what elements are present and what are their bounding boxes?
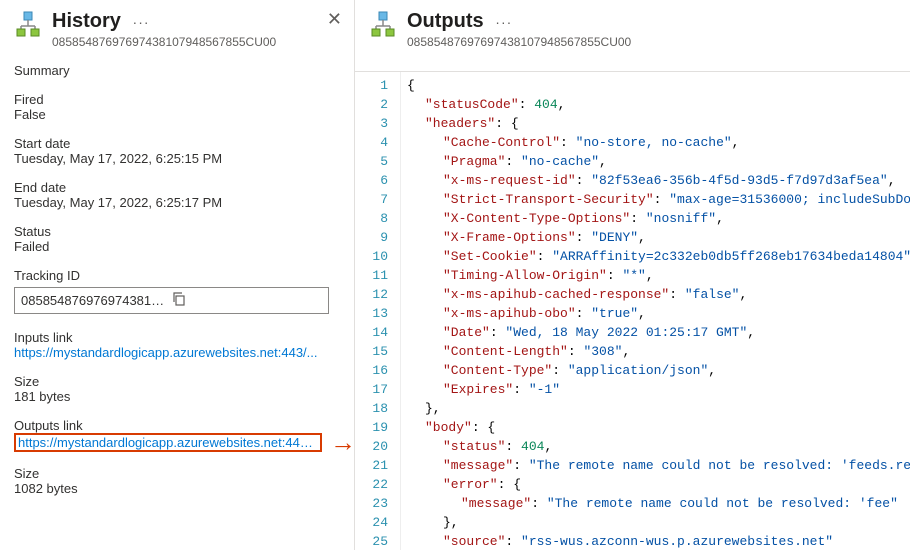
- history-header: History ··· 0858548769769743810794856785…: [14, 10, 340, 49]
- json-editor[interactable]: 1234567891011121314151617181920212223242…: [355, 71, 910, 550]
- outputs-size-label: Size: [14, 466, 340, 481]
- outputs-run-id: 08585487697697438107948567855CU00: [407, 35, 896, 49]
- close-icon[interactable]: ✕: [327, 10, 342, 28]
- arrow-icon: →: [330, 427, 355, 458]
- status-value: Failed: [14, 239, 340, 254]
- inputs-link-label: Inputs link: [14, 330, 340, 345]
- summary-label: Summary: [14, 63, 340, 78]
- history-more-icon[interactable]: ···: [133, 14, 150, 30]
- inputs-size-value: 181 bytes: [14, 389, 340, 404]
- fired-label: Fired: [14, 92, 340, 107]
- outputs-link-label: Outputs link: [14, 418, 340, 433]
- tracking-id-box: 08585487697697438107948567855CU00: [14, 287, 329, 314]
- outputs-panel: Outputs ··· 0858548769769743810794856785…: [355, 0, 910, 550]
- tracking-id-value[interactable]: 08585487697697438107948567855CU00: [21, 293, 170, 308]
- end-date-value: Tuesday, May 17, 2022, 6:25:17 PM: [14, 195, 340, 210]
- history-flow-icon: [14, 10, 42, 38]
- history-panel: ✕ History ··· 08585487697697438107948567…: [0, 0, 355, 550]
- fired-value: False: [14, 107, 340, 122]
- start-date-value: Tuesday, May 17, 2022, 6:25:15 PM: [14, 151, 340, 166]
- outputs-header: Outputs ··· 0858548769769743810794856785…: [355, 0, 910, 57]
- outputs-title: Outputs: [407, 10, 484, 32]
- outputs-more-icon[interactable]: ···: [495, 14, 512, 30]
- line-gutter: 1234567891011121314151617181920212223242…: [355, 72, 401, 550]
- outputs-link-highlight: https://mystandardlogicapp.azurewebsites…: [14, 433, 322, 452]
- inputs-size-label: Size: [14, 374, 340, 389]
- status-label: Status: [14, 224, 340, 239]
- history-title: History: [52, 10, 121, 32]
- outputs-flow-icon: [369, 10, 397, 38]
- outputs-link[interactable]: https://mystandardlogicapp.azurewebsites…: [18, 435, 318, 450]
- inputs-link[interactable]: https://mystandardlogicapp.azurewebsites…: [14, 345, 340, 360]
- outputs-size-value: 1082 bytes: [14, 481, 340, 496]
- tracking-id-label: Tracking ID: [14, 268, 340, 283]
- end-date-label: End date: [14, 180, 340, 195]
- history-run-id: 08585487697697438107948567855CU00: [52, 35, 340, 49]
- copy-icon[interactable]: [170, 292, 323, 309]
- json-code[interactable]: {"statusCode": 404,"headers": {"Cache-Co…: [401, 72, 910, 550]
- start-date-label: Start date: [14, 136, 340, 151]
